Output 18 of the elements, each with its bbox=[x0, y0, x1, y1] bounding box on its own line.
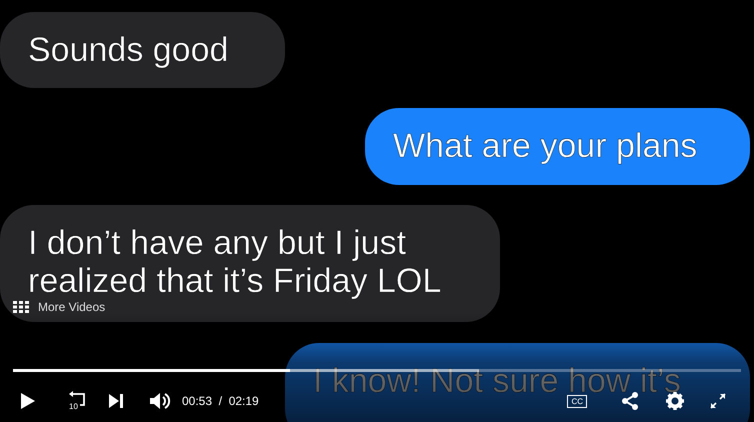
settings-icon bbox=[665, 391, 685, 411]
grid-icon bbox=[13, 301, 29, 313]
chat-bubble: Sounds good bbox=[0, 12, 285, 88]
volume-button[interactable] bbox=[148, 392, 172, 410]
share-button[interactable] bbox=[621, 391, 639, 411]
chat-bubble: What are your plans bbox=[365, 108, 750, 185]
fullscreen-button[interactable] bbox=[709, 392, 727, 410]
rewind-button[interactable]: 10 bbox=[62, 389, 88, 413]
settings-button[interactable] bbox=[665, 391, 685, 411]
time-display: 00:53 / 02:19 bbox=[182, 394, 259, 408]
next-button[interactable] bbox=[106, 393, 126, 409]
captions-button[interactable]: CC bbox=[567, 394, 587, 408]
expand-icon bbox=[709, 392, 727, 410]
share-icon bbox=[621, 391, 639, 411]
skip-next-icon bbox=[108, 393, 124, 409]
play-icon bbox=[20, 392, 36, 410]
more-videos-button[interactable]: More Videos bbox=[13, 300, 106, 314]
speaker-icon bbox=[149, 392, 171, 410]
